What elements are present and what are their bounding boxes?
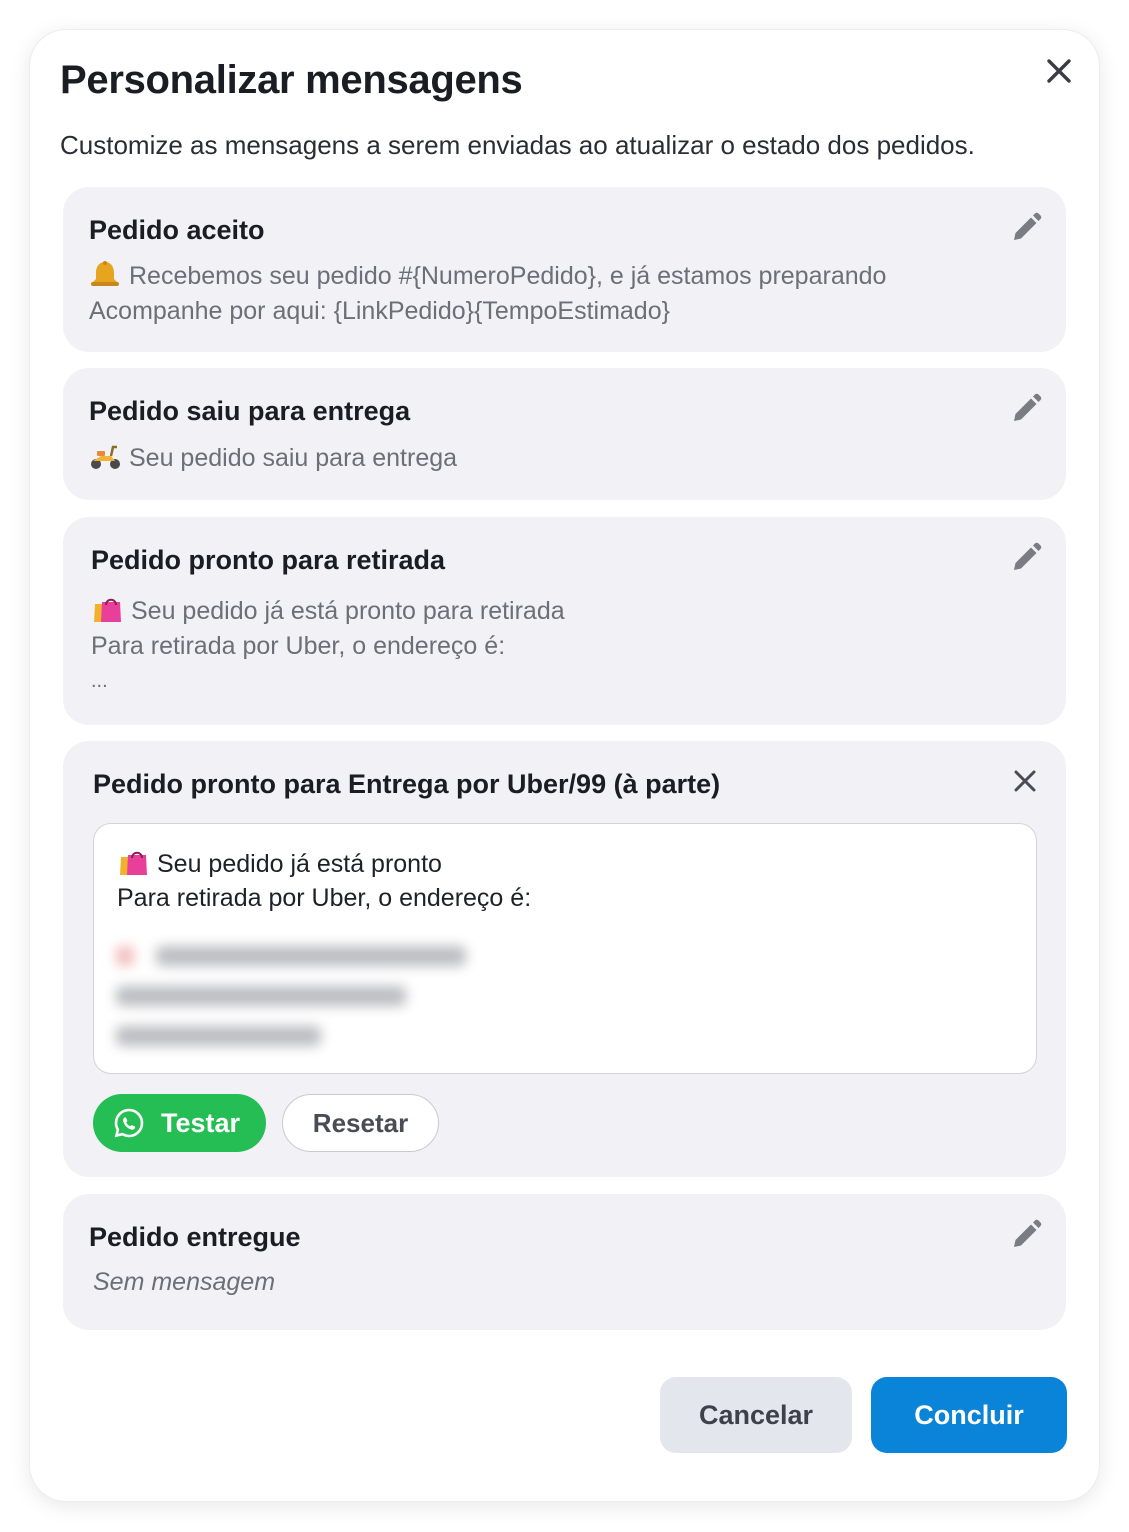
message-card-ready-pickup: Pedido pronto para retirada Seu pedido j… [63, 517, 1066, 725]
message-preview-line: Seu pedido já está pronto para retirada [91, 595, 565, 626]
pencil-icon [1014, 212, 1042, 240]
reset-button[interactable]: Resetar [282, 1094, 439, 1152]
message-preview-line: Recebemos seu pedido #{NumeroPedido}, e … [89, 260, 886, 291]
edit-message-button[interactable] [1009, 1218, 1043, 1252]
message-editor[interactable]: Seu pedido já está pronto Para retirada … [93, 823, 1037, 1074]
bell-icon [91, 261, 119, 286]
edit-message-button[interactable] [1009, 211, 1043, 245]
message-card-out-for-delivery: Pedido saiu para entrega Seu pedido saiu… [63, 368, 1066, 500]
close-editor-button[interactable] [1011, 767, 1039, 795]
pencil-icon [1014, 1219, 1042, 1247]
close-icon [1014, 770, 1036, 792]
card-title: Pedido entregue [89, 1222, 301, 1252]
test-button-label: Testar [161, 1108, 241, 1138]
message-preview-line: Seu pedido saiu para entrega [89, 442, 457, 473]
edit-message-button[interactable] [1009, 392, 1043, 426]
card-title: Pedido saiu para entrega [89, 396, 411, 426]
shopping-bags-icon [94, 598, 121, 622]
dialog-title: Personalizar mensagens [60, 58, 523, 102]
scooter-icon [91, 445, 120, 469]
message-preview-line: Para retirada por Uber, o endereço é: [91, 632, 506, 660]
card-title: Pedido pronto para retirada [91, 545, 446, 575]
message-preview-line: Acompanhe por aqui: {LinkPedido}{TempoEs… [89, 297, 670, 325]
empty-message-text: Sem mensagem [93, 1268, 276, 1296]
dialog-subtitle: Customize as mensagens a serem enviadas … [60, 130, 975, 160]
card-title: Pedido aceito [89, 215, 265, 245]
whatsapp-icon [114, 1108, 144, 1138]
message-card-accepted: Pedido aceito Recebemos seu pedido #{Num… [63, 187, 1066, 352]
pencil-icon [1014, 542, 1042, 570]
editor-text-line: Seu pedido já está pronto [117, 848, 442, 879]
pencil-icon [1014, 393, 1042, 421]
message-card-delivered: Pedido entregue Sem mensagem [63, 1194, 1066, 1330]
edit-message-button[interactable] [1009, 541, 1043, 575]
redacted-address [116, 942, 476, 1054]
close-dialog-button[interactable] [1044, 56, 1074, 86]
cancel-button[interactable]: Cancelar [660, 1377, 852, 1453]
card-title: Pedido pronto para Entrega por Uber/99 (… [93, 769, 721, 799]
message-preview-ellipsis: ... [91, 670, 108, 692]
editor-text-line: Para retirada por Uber, o endereço é: [117, 884, 532, 912]
shopping-bags-icon [120, 851, 147, 875]
test-whatsapp-button[interactable]: Testar [93, 1094, 266, 1152]
message-card-ready-uber-editing: Pedido pronto para Entrega por Uber/99 (… [63, 741, 1066, 1177]
customize-messages-dialog: Personalizar mensagens Customize as mens… [30, 30, 1099, 1501]
close-icon [1047, 59, 1071, 83]
done-button[interactable]: Concluir [871, 1377, 1067, 1453]
